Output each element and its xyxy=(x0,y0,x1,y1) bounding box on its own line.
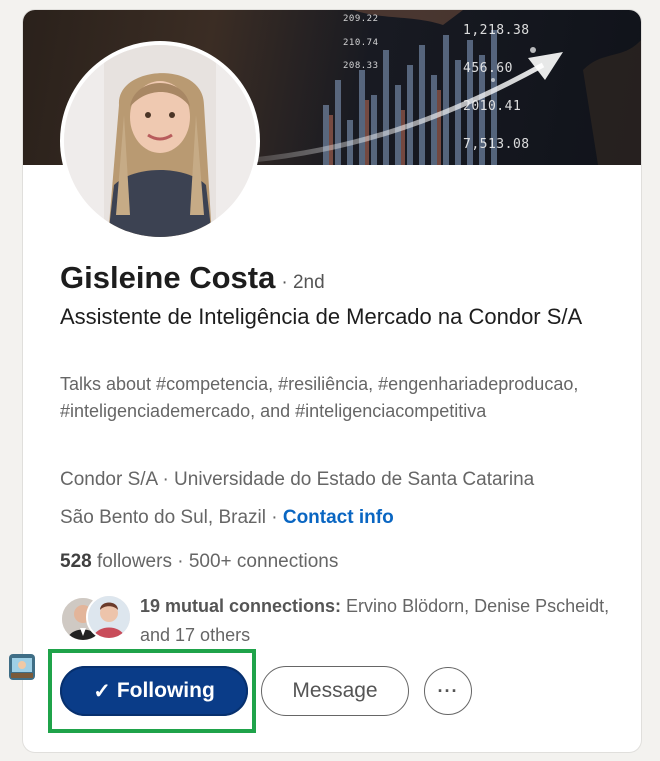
connection-degree: · 2nd xyxy=(281,272,325,293)
banner-ticker: 7,513.08 xyxy=(463,137,530,152)
followers-count: 528 xyxy=(60,551,92,572)
banner-ticker: 210.74 xyxy=(343,38,379,48)
network-stats: 528 followers · 500+ connections xyxy=(60,551,338,573)
mutual-connection-avatars[interactable] xyxy=(60,594,132,642)
connections-count[interactable]: · 500+ connections xyxy=(177,551,338,572)
banner-ticker: 1,218.38 xyxy=(463,23,530,38)
profile-headline: Assistente de Inteligência de Mercado na… xyxy=(60,304,583,329)
profile-name: Gisleine Costa xyxy=(60,260,276,295)
banner-ticker: 2010.41 xyxy=(463,99,522,114)
contact-info-link[interactable]: Contact info xyxy=(283,507,394,528)
company-education-line[interactable]: Condor S/A · Universidade do Estado de S… xyxy=(60,469,534,491)
talks-about: Talks about #competencia, #resiliência, … xyxy=(60,374,579,421)
name-row: Gisleine Costa · 2nd xyxy=(60,260,325,296)
following-button-highlight xyxy=(48,649,256,733)
more-actions-button[interactable]: ··· xyxy=(424,667,472,715)
profile-photo[interactable] xyxy=(60,41,260,241)
banner-ticker: 208.33 xyxy=(343,61,379,71)
followers-label: followers xyxy=(96,551,172,572)
avatar xyxy=(86,594,132,640)
mutual-count: 19 mutual connections: xyxy=(140,596,342,616)
banner-ticker: 456.60 xyxy=(463,61,513,76)
banner-ticker: 209.22 xyxy=(343,14,379,24)
mutual-connections-text[interactable]: 19 mutual connections: Ervino Blödorn, D… xyxy=(140,592,610,650)
location: São Bento do Sul, Brazil · xyxy=(60,507,278,528)
avatar xyxy=(64,45,256,237)
computer-agent-icon xyxy=(9,654,35,680)
ellipsis-icon: ··· xyxy=(437,680,459,701)
avatar-portrait xyxy=(64,45,256,237)
message-button[interactable]: Message xyxy=(261,666,409,716)
profile-card: 209.22 210.74 208.33 1,218.38 456.60 201… xyxy=(23,10,641,752)
location-line: São Bento do Sul, Brazil · Contact info xyxy=(60,507,394,529)
